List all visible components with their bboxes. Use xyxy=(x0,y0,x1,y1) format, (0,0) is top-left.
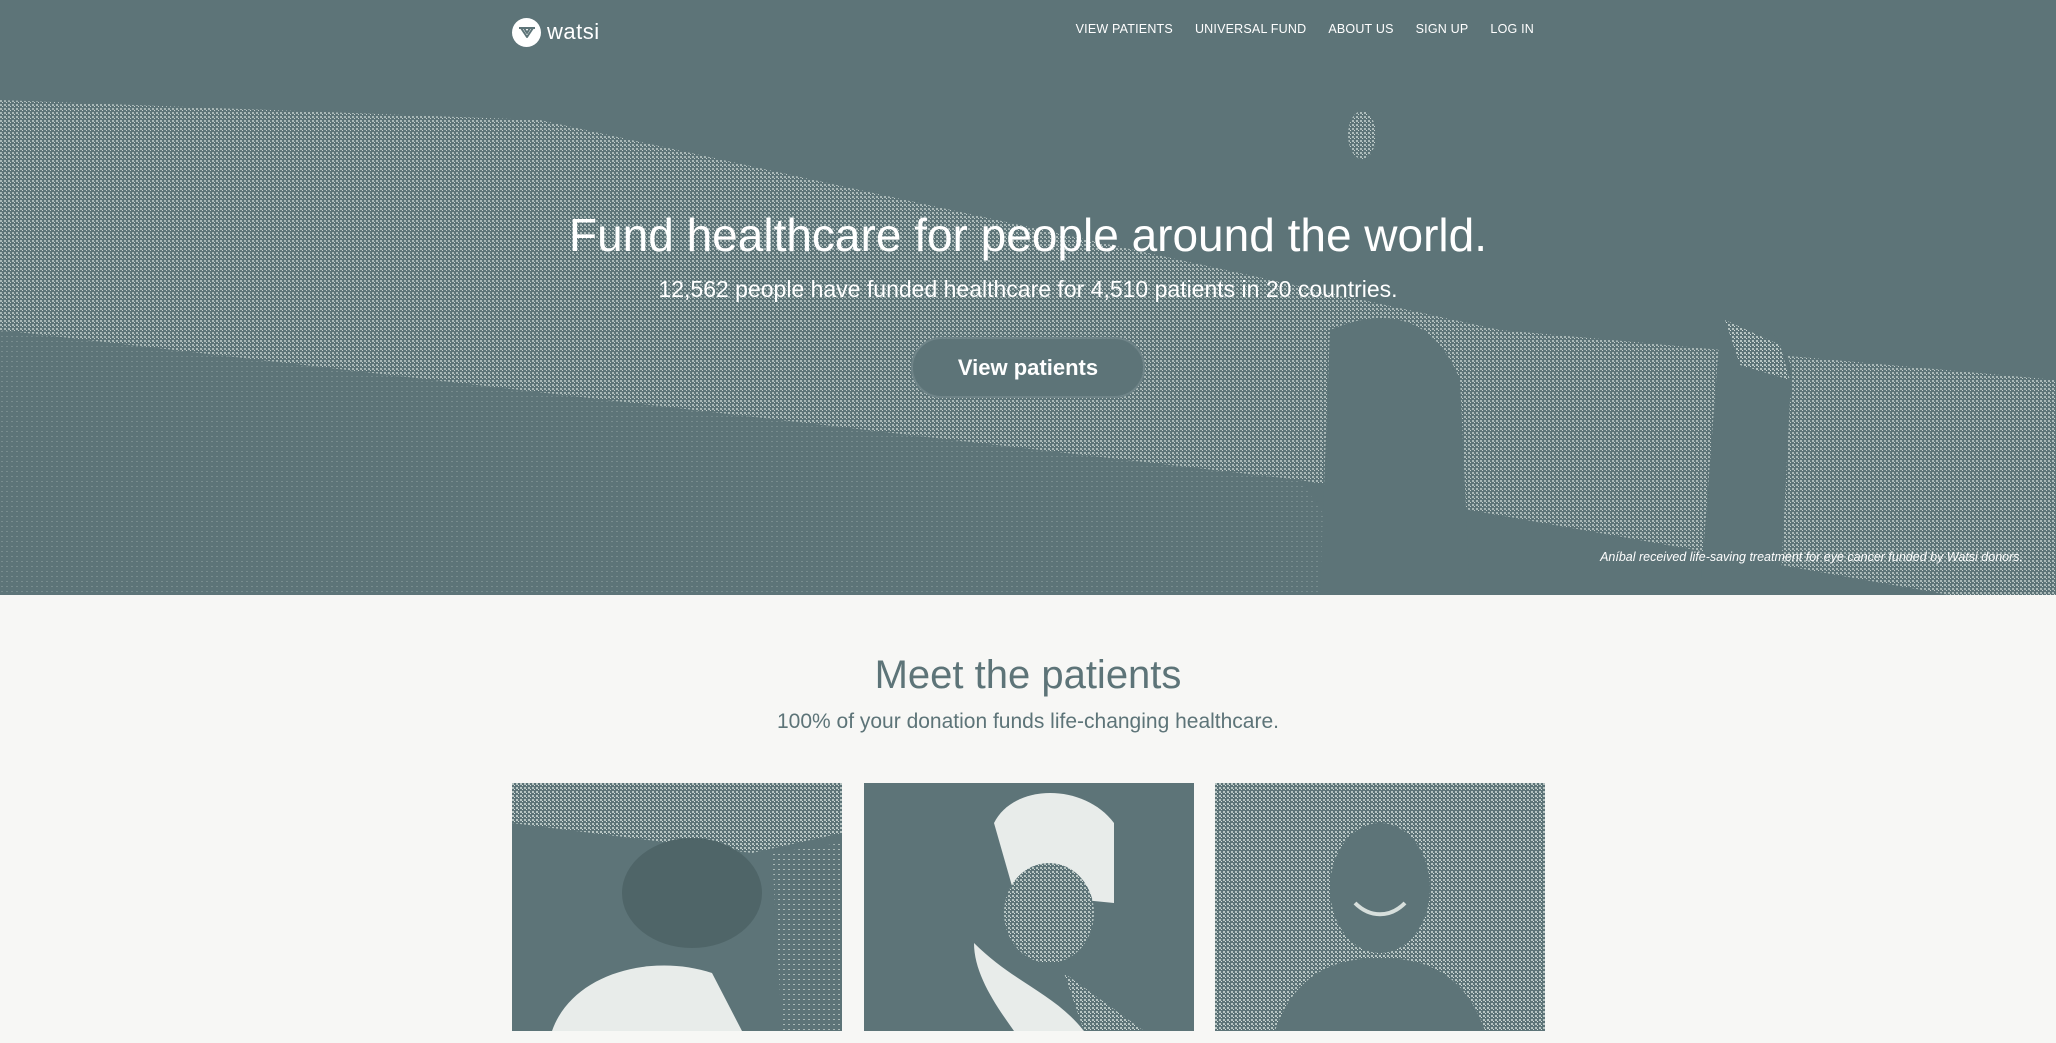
nav-sign-up[interactable]: SIGN UP xyxy=(1416,22,1469,36)
nav-links: VIEW PATIENTS UNIVERSAL FUND ABOUT US SI… xyxy=(1076,22,1534,36)
section-subtitle: 100% of your donation funds life-changin… xyxy=(776,710,1279,733)
patient-card-1[interactable] xyxy=(512,783,842,1031)
view-patients-button[interactable]: View patients xyxy=(911,337,1145,398)
nav-log-in[interactable]: LOG IN xyxy=(1490,22,1534,36)
patient-card-3[interactable] xyxy=(1215,783,1545,1031)
patient-photo-3 xyxy=(1215,783,1545,1031)
patient-photo-1 xyxy=(512,783,842,1031)
patient-photo-2 xyxy=(864,783,1194,1031)
section-title: Meet the patients xyxy=(874,653,1182,697)
top-navigation: watsi VIEW PATIENTS UNIVERSAL FUND ABOUT… xyxy=(0,0,2056,64)
logo-text: watsi xyxy=(547,19,600,44)
patient-card-2[interactable] xyxy=(864,783,1194,1031)
nav-universal-fund[interactable]: UNIVERSAL FUND xyxy=(1195,22,1306,36)
hero-title: Fund healthcare for people around the wo… xyxy=(568,209,1488,261)
hero-subtitle: 12,562 people have funded healthcare for… xyxy=(658,276,1398,302)
meet-patients-section: Meet the patients 100% of your donation … xyxy=(0,595,2056,1043)
nav-view-patients[interactable]: VIEW PATIENTS xyxy=(1076,22,1173,36)
watsi-logo-icon xyxy=(512,17,541,47)
logo-link[interactable]: watsi xyxy=(512,16,600,48)
hero-section: watsi VIEW PATIENTS UNIVERSAL FUND ABOUT… xyxy=(0,0,2056,595)
nav-about-us[interactable]: ABOUT US xyxy=(1328,22,1393,36)
hero-photo-caption: Aníbal received life-saving treatment fo… xyxy=(1600,550,2023,564)
